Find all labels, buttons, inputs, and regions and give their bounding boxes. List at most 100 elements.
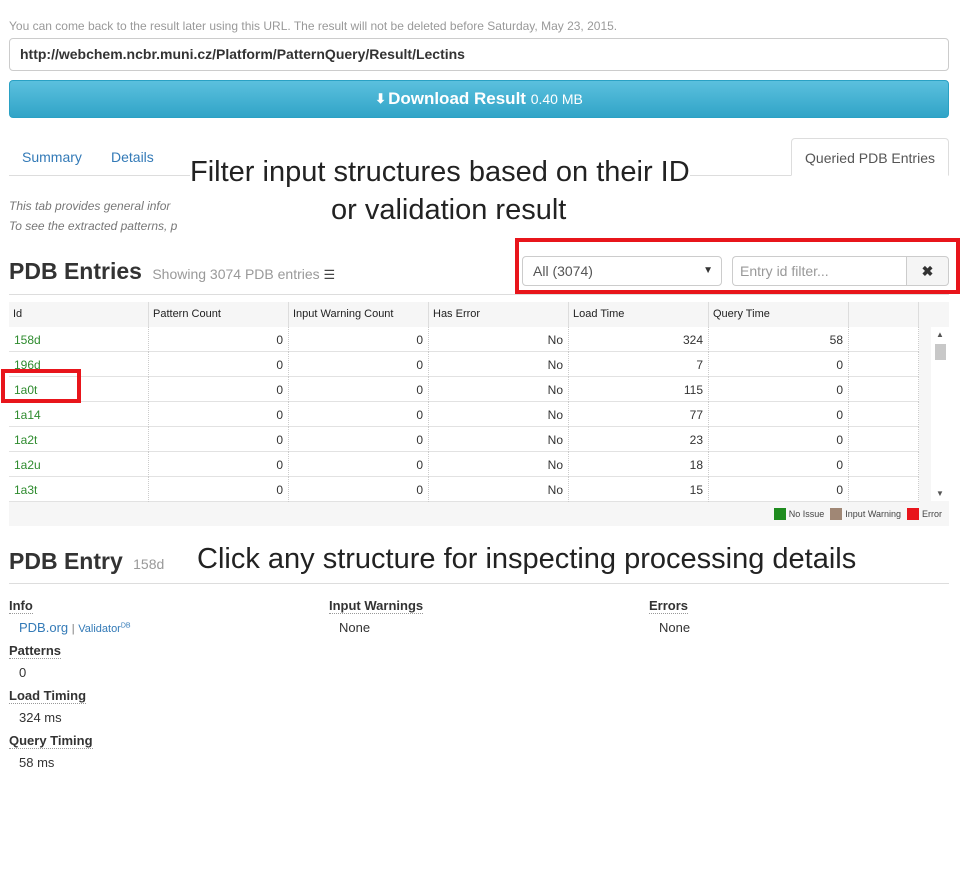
cell-blank (849, 352, 919, 377)
tab-description-line-2: To see the extracted patterns, p (9, 219, 178, 233)
table-row[interactable]: 1a2u 0 0 No 18 0 (9, 452, 919, 477)
download-result-button[interactable]: ⬇ Download Result 0.40 MB (9, 80, 949, 118)
scrollbar-thumb[interactable] (935, 344, 946, 360)
caret-down-icon: ▼ (703, 265, 713, 276)
grid-scrollbar[interactable]: ▲ ▼ (931, 327, 949, 501)
errors-label: Errors (649, 598, 689, 614)
pdb-entry-id: 158d (133, 556, 165, 572)
cell-pattern-count: 0 (149, 327, 289, 352)
column-header-load-time[interactable]: Load Time (569, 302, 709, 327)
column-header-has-error[interactable]: Has Error (429, 302, 569, 327)
info-section: Info PDB.org | ValidatorDB (9, 597, 131, 635)
cell-query-time: 0 (709, 452, 849, 477)
cell-blank (849, 402, 919, 427)
cell-id[interactable]: 158d (9, 327, 149, 352)
input-warnings-section: Input Warnings None (329, 597, 424, 635)
column-header-blank (849, 302, 919, 327)
result-url-field[interactable]: http://webchem.ncbr.muni.cz/Platform/Pat… (9, 38, 949, 71)
grid-body: 158d 0 0 No 324 58 196d 0 0 No 7 0 1a0t … (9, 327, 919, 502)
download-size: 0.40 MB (530, 91, 583, 107)
tab-details[interactable]: Details (98, 138, 167, 176)
info-links: PDB.org | ValidatorDB (19, 620, 131, 635)
list-icon[interactable]: ☰ (324, 267, 336, 282)
cell-query-time: 58 (709, 327, 849, 352)
retention-notice: You can come back to the result later us… (9, 19, 618, 33)
pdb-org-link[interactable]: PDB.org (19, 620, 68, 635)
pdb-entry-heading: PDB Entry 158d (9, 548, 164, 575)
legend-input-warning: Input Warning (830, 508, 901, 520)
load-timing-label: Load Timing (9, 688, 87, 704)
validator-link[interactable]: ValidatorDB (78, 622, 131, 635)
input-warnings-label: Input Warnings (329, 598, 424, 614)
cell-pattern-count: 0 (149, 427, 289, 452)
link-separator: | (71, 623, 75, 635)
validation-filter-value: All (3074) (533, 263, 593, 279)
cell-has-error: No (429, 327, 569, 352)
table-row[interactable]: 1a0t 0 0 No 115 0 (9, 377, 919, 402)
cell-id[interactable]: 1a2t (9, 427, 149, 452)
scroll-down-icon[interactable]: ▼ (936, 489, 944, 498)
cell-load-time: 18 (569, 452, 709, 477)
cell-input-warning-count: 0 (289, 377, 429, 402)
status-legend: No Issue Input Warning Error (768, 508, 942, 520)
input-warnings-value: None (339, 620, 371, 635)
info-label: Info (9, 598, 33, 614)
table-row[interactable]: 1a14 0 0 No 77 0 (9, 402, 919, 427)
clear-filter-button[interactable]: ✖ (906, 256, 949, 286)
entry-id-filter-input[interactable]: Entry id filter... (732, 256, 907, 286)
download-label: Download Result (388, 89, 526, 108)
errors-value: None (659, 620, 691, 635)
cell-id[interactable]: 1a14 (9, 402, 149, 427)
section-divider (9, 294, 949, 295)
query-timing-section: Query Timing 58 ms (9, 732, 93, 770)
query-timing-label: Query Timing (9, 733, 93, 749)
cell-id[interactable]: 1a0t (9, 377, 149, 402)
cell-id[interactable]: 1a2u (9, 452, 149, 477)
cell-blank (849, 452, 919, 477)
validator-db-sup: DB (120, 622, 131, 630)
table-row[interactable]: 158d 0 0 No 324 58 (9, 327, 919, 352)
table-row[interactable]: 196d 0 0 No 7 0 (9, 352, 919, 377)
cell-input-warning-count: 0 (289, 402, 429, 427)
tab-summary[interactable]: Summary (9, 138, 95, 176)
column-header-query-time[interactable]: Query Time (709, 302, 849, 327)
entry-divider (9, 583, 949, 584)
patterns-label: Patterns (9, 643, 62, 659)
table-row[interactable]: 1a2t 0 0 No 23 0 (9, 427, 919, 452)
pdb-entry-title: PDB Entry (9, 548, 123, 574)
legend-no-issue: No Issue (773, 508, 824, 520)
cell-has-error: No (429, 477, 569, 502)
column-header-input-warning-count[interactable]: Input Warning Count (289, 302, 429, 327)
scroll-up-icon[interactable]: ▲ (936, 330, 944, 339)
cell-pattern-count: 0 (149, 377, 289, 402)
pdb-entries-grid: Id Pattern Count Input Warning Count Has… (9, 302, 949, 526)
validation-filter-select[interactable]: All (3074) ▼ (522, 256, 722, 286)
cell-load-time: 77 (569, 402, 709, 427)
download-icon: ⬇ (375, 91, 387, 106)
patterns-value: 0 (19, 665, 27, 680)
cell-load-time: 15 (569, 477, 709, 502)
cell-blank (849, 327, 919, 352)
errors-section: Errors None (649, 597, 690, 635)
legend-label-error: Error (922, 509, 942, 519)
cell-has-error: No (429, 452, 569, 477)
cell-id[interactable]: 1a3t (9, 477, 149, 502)
legend-swatch-error (907, 508, 919, 520)
cell-input-warning-count: 0 (289, 352, 429, 377)
legend-swatch-no-issue (773, 508, 786, 520)
validator-link-text: Validator (78, 623, 121, 635)
cell-query-time: 0 (709, 477, 849, 502)
tab-queried-pdb-entries[interactable]: Queried PDB Entries (791, 138, 949, 176)
legend-error: Error (907, 508, 942, 520)
cell-has-error: No (429, 377, 569, 402)
legend-label-input-warning: Input Warning (845, 509, 901, 519)
query-timing-value: 58 ms (19, 755, 55, 770)
table-row[interactable]: 1a3t 0 0 No 15 0 (9, 477, 919, 502)
patterns-section: Patterns 0 (9, 642, 62, 680)
cell-id[interactable]: 196d (9, 352, 149, 377)
column-header-pattern-count[interactable]: Pattern Count (149, 302, 289, 327)
column-header-id[interactable]: Id (9, 302, 149, 327)
grid-header: Id Pattern Count Input Warning Count Has… (9, 302, 919, 327)
cell-load-time: 7 (569, 352, 709, 377)
cell-load-time: 324 (569, 327, 709, 352)
